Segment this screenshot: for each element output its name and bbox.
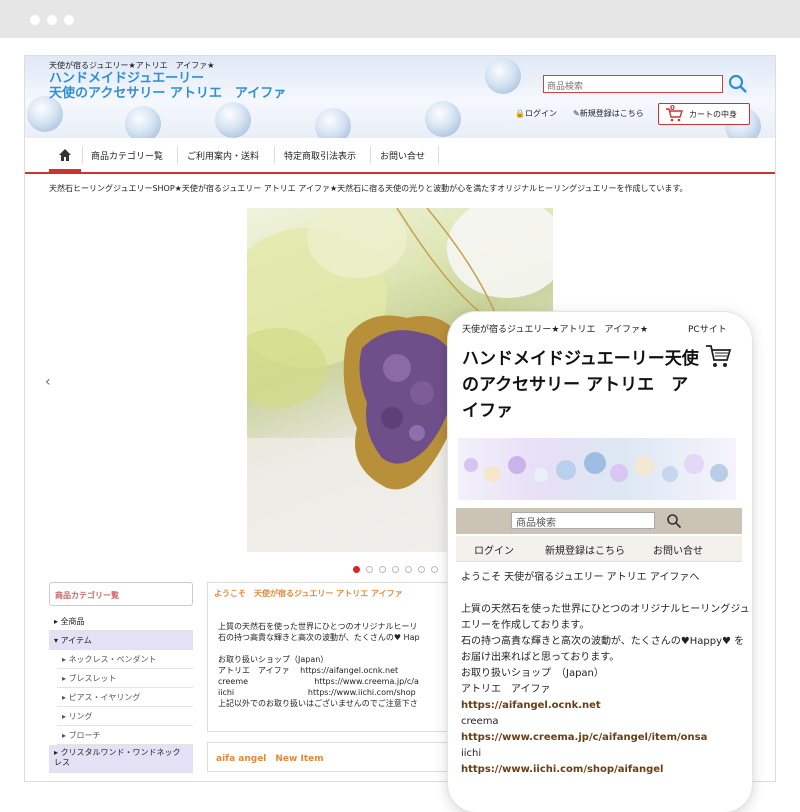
header-tagline: 天使が宿るジュエリー★アトリエ アイファ★ [49, 61, 215, 70]
sidebar-item-bracelet[interactable]: ▸ ブレスレット [57, 669, 193, 688]
login-label: ログイン [524, 109, 557, 118]
sidebar-item-earrings[interactable]: ▸ ピアス・イヤリング [57, 688, 193, 707]
slider-dot[interactable] [379, 566, 386, 573]
mobile-paragraph-2: 石の持つ高貴な輝きと高次の波動が、たくさんの♥Happy♥ をお届け出来ればと思… [461, 636, 745, 663]
register-label: 新規登録はこちら [579, 109, 644, 118]
mobile-search-input[interactable]: 商品検索 [511, 512, 655, 529]
cart-count: 0 [670, 104, 675, 112]
mobile-pc-site-link[interactable]: PCサイト [688, 322, 727, 335]
mobile-menu-bar: ログイン 新規登録はこちら お問い合せ [456, 536, 742, 562]
sidebar-item-brooch[interactable]: ▸ ブローチ [57, 726, 193, 745]
browser-titlebar [0, 0, 800, 38]
cart-label: カートの中身 [689, 110, 737, 119]
sidebar-item-all[interactable]: ▸ 全商品 [49, 612, 193, 631]
slider-dot[interactable] [405, 566, 412, 573]
nav-item-legal[interactable]: 特定商取引法表示 [284, 149, 356, 162]
sidebar-item-items[interactable]: ▾ アイテム [49, 631, 193, 650]
mobile-shops-heading: お取り扱いショップ （Japan） [461, 668, 604, 679]
window-dot-icon [47, 15, 57, 25]
lock-icon: 🔒 [515, 109, 525, 118]
site-header: 天使が宿るジュエリー★アトリエ アイファ★ ハンドメイドジュエーリー 天使のアク… [25, 56, 775, 138]
nav-item-guide[interactable]: ご利用案内・送料 [187, 149, 259, 162]
login-link[interactable]: 🔒ログイン [515, 108, 557, 119]
mobile-register-link[interactable]: 新規登録はこちら [545, 542, 625, 557]
search-icon[interactable] [666, 513, 682, 529]
mobile-cart-icon[interactable] [704, 342, 732, 370]
home-nav-button[interactable] [49, 138, 81, 172]
shop-link[interactable]: https://www.creema.jp/c/aifangel/item/on… [461, 730, 751, 746]
mobile-search-bar: 商品検索 [456, 508, 742, 534]
search-icon[interactable] [727, 73, 749, 95]
shop-link[interactable]: https://www.iichi.com/shop/aifangel [461, 762, 751, 778]
nav-item-categories[interactable]: 商品カテゴリー覧 [91, 149, 163, 162]
shop-link[interactable]: https://aifangel.ocnk.net [461, 698, 751, 714]
new-item-title: aifa angel New Item [216, 754, 324, 764]
mobile-welcome: ようこそ 天使が宿るジュエリー アトリエ アイファへ [461, 572, 700, 583]
sidebar-item-necklace[interactable]: ▸ ネックレス・ペンダント [57, 650, 193, 669]
welcome-title: ようこそ 天使が宿るジュエリー アトリエ アイファ [214, 589, 403, 598]
category-list: ▸ 全商品 ▾ アイテム ▸ ネックレス・ペンダント ▸ ブレスレット ▸ ピア… [49, 612, 193, 773]
intro-text: 天然石ヒーリングジュエリーSHOP★天使が宿るジュエリー アトリエ アイファ★天… [49, 184, 688, 193]
mobile-contact-link[interactable]: お問い合せ [653, 542, 703, 557]
main-nav: 商品カテゴリー覧 ご利用案内・送料 特定商取引法表示 お問い合せ [25, 138, 775, 174]
slider-dot[interactable] [353, 566, 360, 573]
register-link[interactable]: ✎新規登録はこちら [573, 108, 644, 119]
nav-item-contact[interactable]: お問い合せ [380, 149, 425, 162]
sidebar-item-crystal-wand[interactable]: ▸ クリスタルワンド・ワンドネックレス [49, 745, 193, 773]
site-title[interactable]: ハンドメイドジュエーリー 天使のアクセサリー アトリエ アイファ [49, 71, 286, 101]
mobile-tagline: 天使が宿るジュエリー★アトリエ アイファ★ [462, 325, 649, 335]
mobile-body: ようこそ 天使が宿るジュエリー アトリエ アイファへ 上質の天然石を使った世界に… [461, 570, 751, 778]
slider-prev-button[interactable]: ‹ [45, 374, 51, 390]
sidebar-item-ring[interactable]: ▸ リング [57, 707, 193, 726]
slider-dots [353, 558, 444, 577]
slider-dot[interactable] [431, 566, 438, 573]
search-input[interactable]: 商品検索 [543, 75, 723, 93]
cart-button[interactable]: 0 カートの中身 [658, 103, 750, 125]
mobile-banner-image [458, 438, 736, 500]
shop-name: iichi [461, 748, 482, 759]
mobile-site-title[interactable]: ハンドメイドジュエーリー天使のアクセサリー アトリエ アイファ [462, 346, 702, 424]
site-title-line1: ハンドメイドジュエーリー [49, 71, 205, 86]
window-dot-icon [30, 15, 40, 25]
mobile-paragraph: 上質の天然石を使った世界にひとつのオリジナルヒーリングジュエリーを作成しておりま… [461, 604, 750, 631]
pencil-icon: ✎ [573, 109, 580, 118]
shop-name: creema [461, 716, 499, 727]
site-title-line2: 天使のアクセサリー アトリエ アイファ [49, 86, 287, 101]
mobile-login-link[interactable]: ログイン [474, 542, 514, 557]
home-icon [59, 149, 71, 161]
slider-dot[interactable] [392, 566, 399, 573]
sidebar-heading: 商品カテゴリー覧 [49, 582, 193, 606]
slider-dot[interactable] [366, 566, 373, 573]
slider-dot[interactable] [418, 566, 425, 573]
shop-name: アトリエ アイファ [461, 684, 551, 695]
mobile-preview: 天使が宿るジュエリー★アトリエ アイファ★ PCサイト ハンドメイドジュエーリー… [448, 312, 752, 812]
window-dot-icon [64, 15, 74, 25]
